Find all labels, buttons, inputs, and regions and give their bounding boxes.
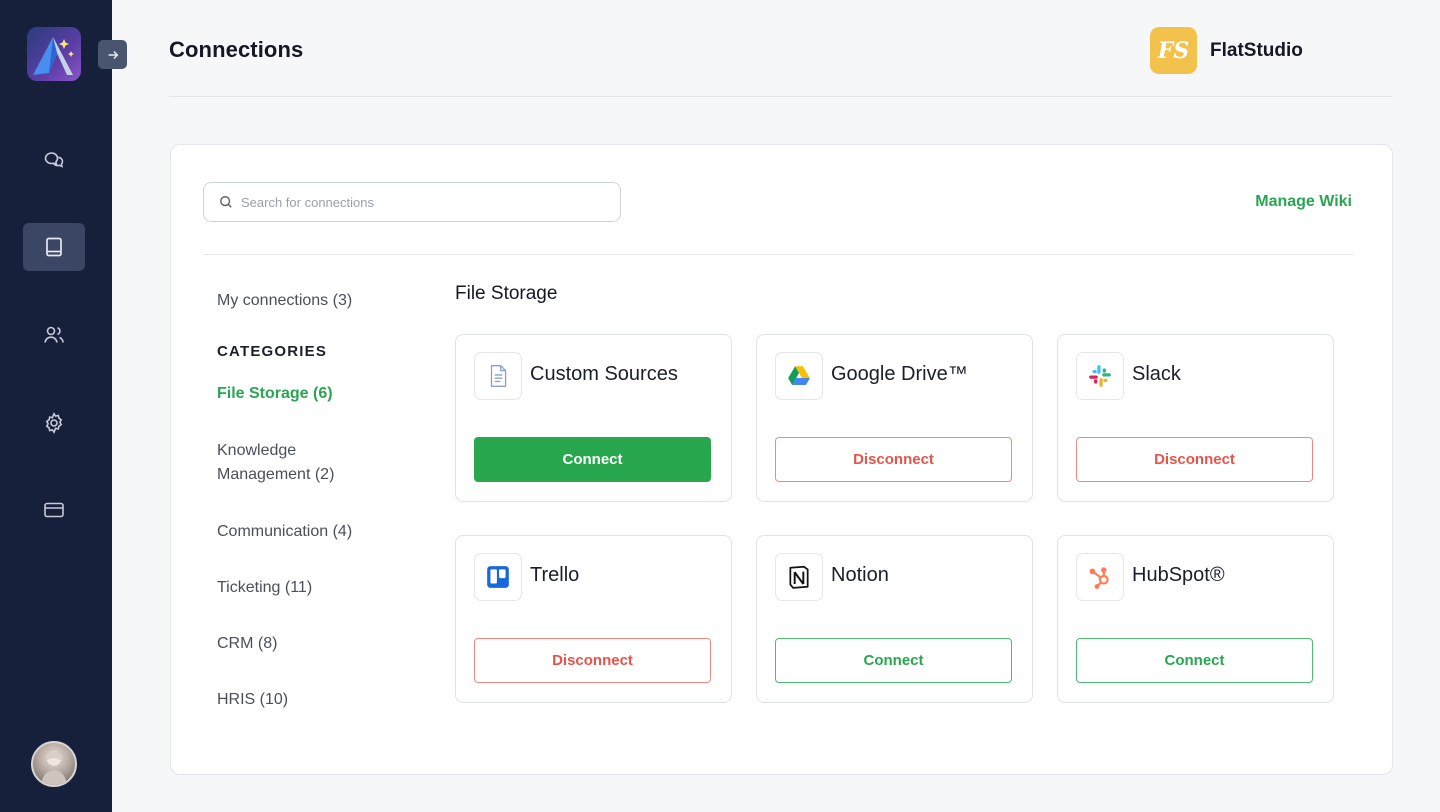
card-name: Trello [530,564,580,586]
connection-card-notion: Notion Connect [756,535,1033,703]
connect-button[interactable]: Connect [474,437,711,482]
gear-icon [45,412,63,434]
disconnect-button[interactable]: Disconnect [1076,437,1313,482]
category-crm[interactable]: CRM (8) [217,632,277,656]
category-knowledge-management[interactable]: Knowledge Management (2) [217,439,377,487]
card-icon-wrap [1076,553,1124,601]
trello-icon [487,566,509,588]
category-ticketing[interactable]: Ticketing (11) [217,576,312,600]
card-icon-wrap [474,352,522,400]
connection-card-hubspot: HubSpot® Connect [1057,535,1334,703]
brand-name: FlatStudio [1210,39,1303,61]
document-icon [490,365,507,387]
search-input[interactable] [241,194,601,210]
brand-logo-icon: FS [1150,27,1197,74]
sidebar-item-users[interactable] [23,311,85,359]
disconnect-button[interactable]: Disconnect [474,638,711,683]
header-divider [169,96,1392,97]
connection-card-custom-sources: Custom Sources Connect [455,334,732,502]
card-icon-wrap [474,553,522,601]
app-logo-icon [33,37,74,75]
search-icon [220,196,232,208]
avatar-portrait-icon [41,751,67,785]
connections-panel: Manage Wiki My connections (3) CATEGORIE… [170,144,1393,775]
search-box[interactable] [203,182,621,222]
connect-button[interactable]: Connect [775,638,1012,683]
sidebar-item-settings[interactable] [23,399,85,447]
card-name: Notion [831,564,889,586]
connection-card-trello: Trello Disconnect [455,535,732,703]
categories-heading: CATEGORIES [217,343,328,360]
notion-icon [789,565,809,589]
chat-bubbles-icon [44,152,64,168]
avatar[interactable] [31,741,77,787]
google-drive-icon [788,366,810,385]
card-icon-wrap [775,553,823,601]
card-name: Google Drive™ [831,363,968,385]
section-title: File Storage [455,283,558,304]
connection-card-google-drive: Google Drive™ Disconnect [756,334,1033,502]
expand-sidebar-button[interactable] [98,40,127,69]
card-icon-wrap [775,352,823,400]
book-icon [46,237,62,257]
sidebar [0,0,112,812]
manage-wiki-link[interactable]: Manage Wiki [1255,193,1352,211]
disconnect-button[interactable]: Disconnect [775,437,1012,482]
connection-card-slack: Slack Disconnect [1057,334,1334,502]
category-file-storage[interactable]: File Storage (6) [217,382,333,406]
my-connections-link[interactable]: My connections (3) [217,289,352,313]
slack-icon [1089,365,1111,387]
panel-divider [203,254,1353,255]
category-hris[interactable]: HRIS (10) [217,688,288,712]
page-title: Connections [169,37,304,62]
connect-button[interactable]: Connect [1076,638,1313,683]
main-content: Connections FS FlatStudio Manage Wiki My… [112,0,1440,812]
hubspot-icon [1089,567,1109,589]
card-name: Slack [1132,363,1181,385]
category-communication[interactable]: Communication (4) [217,520,352,544]
card-name: Custom Sources [530,363,678,385]
workspace-brand: FS FlatStudio [1150,27,1303,74]
credit-card-icon [44,502,64,518]
card-name: HubSpot® [1132,564,1225,586]
sidebar-item-chat[interactable] [23,136,85,184]
card-icon-wrap [1076,352,1124,400]
users-icon [44,326,64,343]
app-logo[interactable] [27,27,81,81]
sidebar-item-billing[interactable] [23,486,85,534]
arrow-right-icon [108,50,118,59]
sidebar-item-wiki[interactable] [23,223,85,271]
